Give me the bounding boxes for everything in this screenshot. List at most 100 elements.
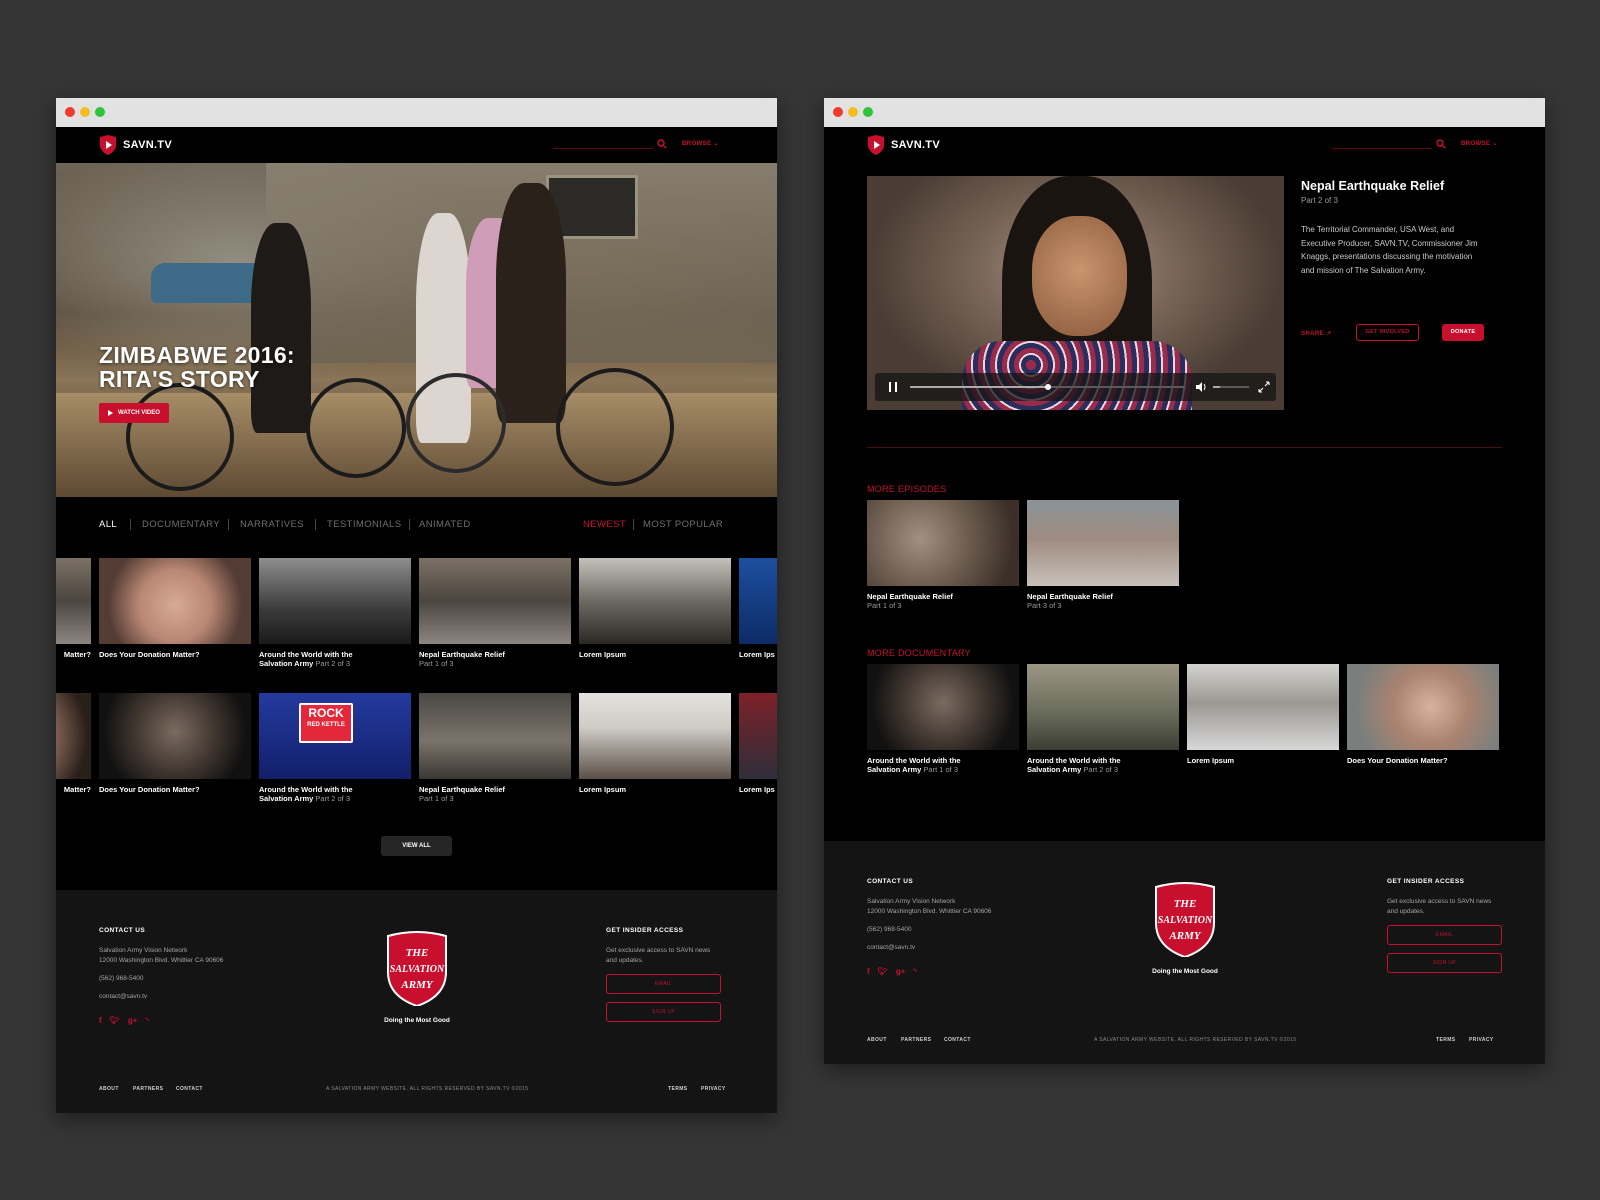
facebook-icon[interactable]: f xyxy=(99,1016,102,1026)
twitter-icon[interactable]: 🐦︎ xyxy=(878,967,888,977)
facebook-icon[interactable]: f xyxy=(867,967,870,977)
video-caption[interactable]: Lorem Ips xyxy=(739,785,777,794)
rss-icon[interactable]: ◝ xyxy=(145,1016,148,1026)
footer-link-contact[interactable]: CONTACT xyxy=(944,1037,971,1043)
footer-link-terms[interactable]: TERMS xyxy=(668,1086,688,1092)
video-thumbnail[interactable] xyxy=(739,558,777,644)
video-thumbnail[interactable] xyxy=(579,693,731,779)
view-all-button[interactable]: VIEW ALL xyxy=(381,836,452,856)
email-field[interactable]: EMAIL xyxy=(1387,925,1502,945)
minimize-dot[interactable] xyxy=(80,107,90,117)
minimize-dot[interactable] xyxy=(848,107,858,117)
video-thumbnail[interactable] xyxy=(867,500,1019,586)
donate-button[interactable]: DONATE xyxy=(1442,324,1484,341)
rss-icon[interactable]: ◝ xyxy=(913,967,916,977)
browse-menu[interactable]: BROWSE ⌄ xyxy=(682,140,719,147)
video-caption[interactable]: Nepal Earthquake Relief Part 3 of 3 xyxy=(1027,592,1179,610)
google-plus-icon[interactable]: g+ xyxy=(896,967,906,977)
video-thumbnail[interactable] xyxy=(867,664,1019,750)
footer-link-partners[interactable]: PARTNERS xyxy=(133,1086,163,1092)
video-caption[interactable]: Matter? xyxy=(56,650,91,659)
filter-testimonials[interactable]: TESTIMONIALS xyxy=(327,519,401,530)
video-caption[interactable]: Around the World with the Salvation Army… xyxy=(867,756,982,774)
footer-link-partners[interactable]: PARTNERS xyxy=(901,1037,931,1043)
video-caption[interactable]: Does Your Donation Matter? xyxy=(99,650,251,659)
maximize-dot[interactable] xyxy=(863,107,873,117)
video-part: Part 1 of 3 xyxy=(923,765,959,774)
filter-animated[interactable]: ANIMATED xyxy=(419,519,471,530)
video-thumbnail[interactable] xyxy=(419,558,571,644)
site-logo[interactable]: SAVN.TV xyxy=(99,135,172,155)
video-caption[interactable]: Around the World with the Salvation Army… xyxy=(1027,756,1142,774)
signup-button[interactable]: SIGN UP xyxy=(606,1002,721,1022)
footer-link-contact[interactable]: CONTACT xyxy=(176,1086,203,1092)
filter-all[interactable]: ALL xyxy=(99,519,117,530)
shield-text: THE xyxy=(1174,898,1197,910)
search-icon[interactable] xyxy=(1436,139,1446,149)
video-caption[interactable]: Does Your Donation Matter? xyxy=(99,785,251,794)
google-plus-icon[interactable]: g+ xyxy=(128,1016,138,1026)
signup-button[interactable]: SIGN UP xyxy=(1387,953,1502,973)
pause-icon[interactable] xyxy=(889,382,897,392)
progress-bar[interactable] xyxy=(910,384,1185,390)
footer-link-privacy[interactable]: PRIVACY xyxy=(1469,1037,1494,1043)
video-thumbnail[interactable] xyxy=(99,693,251,779)
video-caption[interactable]: Nepal Earthquake Relief Part 1 of 3 xyxy=(867,592,1019,610)
watch-video-button[interactable]: WATCH VIDEO xyxy=(99,403,169,423)
video-thumbnail[interactable] xyxy=(56,558,91,644)
close-dot[interactable] xyxy=(65,107,75,117)
video-thumbnail[interactable] xyxy=(259,558,411,644)
filter-narratives[interactable]: NARRATIVES xyxy=(240,519,304,530)
search-icon[interactable] xyxy=(657,139,667,149)
sort-newest[interactable]: NEWEST xyxy=(583,519,626,530)
video-thumbnail[interactable] xyxy=(56,693,91,779)
contact-email[interactable]: contact@savn.tv xyxy=(99,992,223,1002)
footer-link-privacy[interactable]: PRIVACY xyxy=(701,1086,726,1092)
browse-menu[interactable]: BROWSE ⌄ xyxy=(1461,140,1498,147)
video-caption[interactable]: Lorem Ipsum xyxy=(579,650,731,659)
video-caption[interactable]: Matter? xyxy=(56,785,91,794)
site-logo[interactable]: SAVN.TV xyxy=(867,135,940,155)
contact-email[interactable]: contact@savn.tv xyxy=(867,943,991,953)
volume-icon[interactable] xyxy=(1195,381,1207,393)
get-involved-button[interactable]: GET INVOLVED xyxy=(1356,324,1419,341)
footer-link-about[interactable]: ABOUT xyxy=(99,1086,119,1092)
volume-slider[interactable] xyxy=(1213,386,1249,388)
hero-photo-wheel xyxy=(126,383,234,491)
close-dot[interactable] xyxy=(833,107,843,117)
video-thumbnail[interactable] xyxy=(579,558,731,644)
video-caption[interactable]: Around the World with the Salvation Army… xyxy=(259,785,374,803)
filter-documentary[interactable]: DOCUMENTARY xyxy=(142,519,220,530)
sort-most-popular[interactable]: MOST POPULAR xyxy=(643,519,723,530)
email-field[interactable]: EMAIL xyxy=(606,974,721,994)
video-caption[interactable]: Around the World with the Salvation Army… xyxy=(259,650,374,668)
filter-separator xyxy=(130,519,131,530)
fullscreen-icon[interactable] xyxy=(1258,381,1270,393)
video-caption[interactable]: Lorem Ipsum xyxy=(1187,756,1339,765)
footer-link-terms[interactable]: TERMS xyxy=(1436,1037,1456,1043)
video-caption[interactable]: Nepal Earthquake Relief Part 1 of 3 xyxy=(419,785,571,803)
search-input[interactable] xyxy=(1332,148,1432,149)
contact-heading: CONTACT US xyxy=(867,878,914,885)
share-link[interactable]: SHARE ↗ xyxy=(1301,330,1332,337)
video-thumbnail[interactable] xyxy=(1187,664,1339,750)
video-caption[interactable]: Does Your Donation Matter? xyxy=(1347,756,1499,765)
video-player[interactable] xyxy=(867,176,1284,410)
video-thumbnail[interactable] xyxy=(1347,664,1499,750)
twitter-icon[interactable]: 🐦︎ xyxy=(110,1016,120,1026)
footer-link-about[interactable]: ABOUT xyxy=(867,1037,887,1043)
video-thumbnail[interactable] xyxy=(1027,500,1179,586)
video-thumbnail[interactable] xyxy=(99,558,251,644)
video-thumbnail[interactable] xyxy=(419,693,571,779)
window-chrome xyxy=(824,98,1545,127)
video-caption[interactable]: Lorem Ipsum xyxy=(579,785,731,794)
search-input[interactable] xyxy=(553,148,653,149)
video-thumbnail[interactable] xyxy=(1027,664,1179,750)
contact-org: Salvation Army Vision Network xyxy=(99,947,188,954)
video-thumbnail[interactable] xyxy=(739,693,777,779)
video-caption[interactable]: Nepal Earthquake Relief Part 1 of 3 xyxy=(419,650,571,668)
maximize-dot[interactable] xyxy=(95,107,105,117)
progress-knob[interactable] xyxy=(1044,384,1051,390)
video-thumbnail[interactable]: ROCK RED KETTLE xyxy=(259,693,411,779)
video-caption[interactable]: Lorem Ips xyxy=(739,650,777,659)
